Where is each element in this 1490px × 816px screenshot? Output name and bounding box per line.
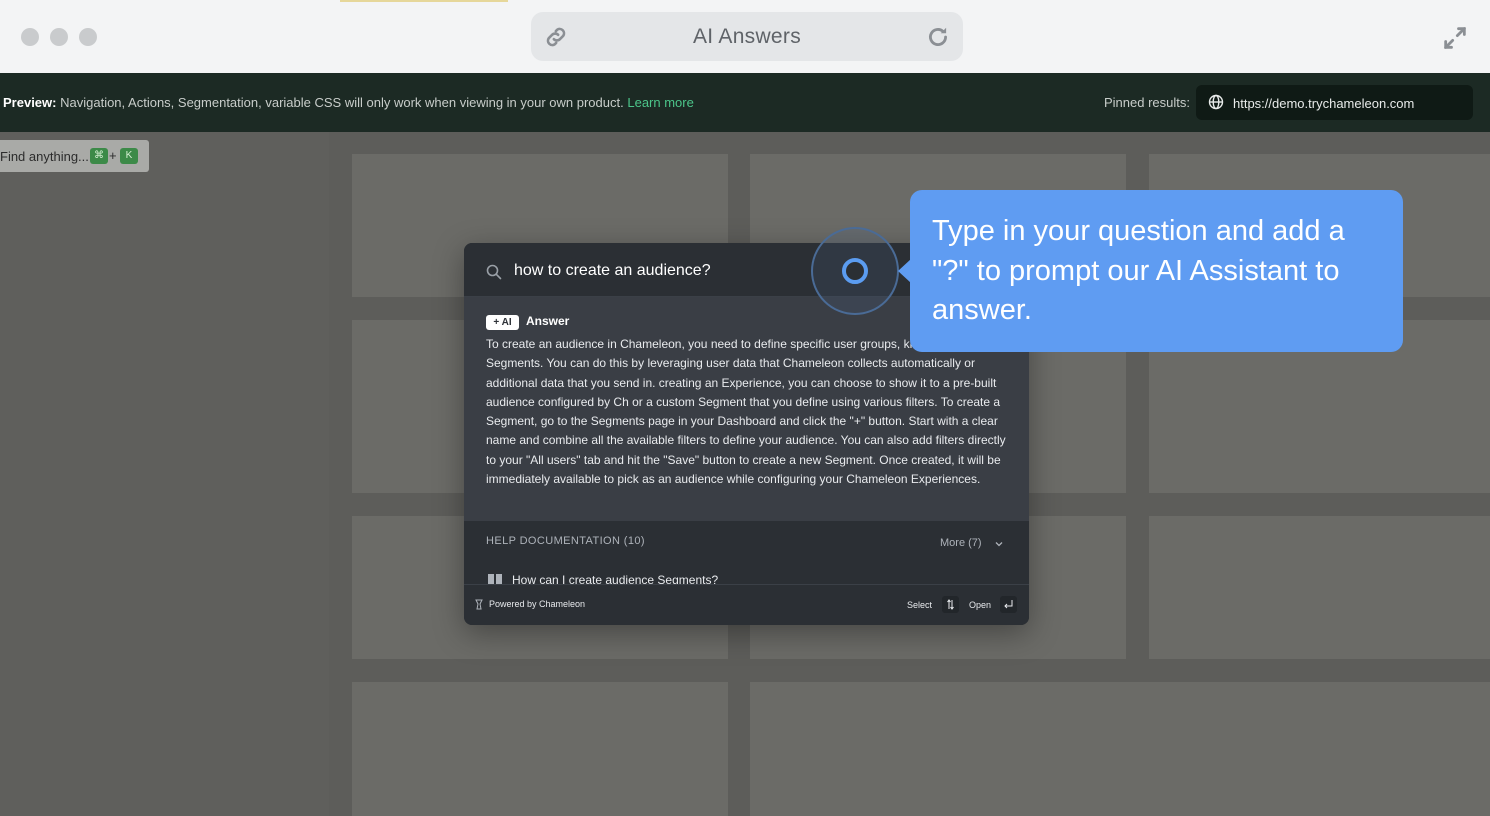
modal-footer: Powered by Chameleon Select Open — [464, 584, 1029, 625]
hotspot-dot[interactable] — [842, 258, 868, 284]
select-hint: Select — [907, 600, 933, 610]
open-hint: Open — [969, 600, 992, 610]
chevron-down-icon[interactable] — [994, 539, 1004, 549]
tooltip-text: Type in your question and add a "?" to p… — [932, 215, 1345, 326]
arrow-keys-icon — [942, 596, 959, 613]
dashboard-card — [1149, 516, 1490, 659]
find-anything-launcher[interactable]: Find anything... ⌘ + K — [0, 140, 149, 172]
expand-icon[interactable] — [1441, 24, 1469, 52]
book-icon — [488, 574, 502, 584]
preview-message: Preview: Navigation, Actions, Segmentati… — [3, 95, 694, 110]
powered-by-label[interactable]: Powered by Chameleon — [489, 599, 585, 609]
pinned-url: https://demo.trychameleon.com — [1233, 96, 1415, 111]
more-button[interactable]: More (7) — [940, 537, 982, 549]
tour-tooltip: Type in your question and add a "?" to p… — [910, 190, 1403, 352]
address-bar[interactable]: AI Answers — [531, 12, 963, 61]
window-minimize-dot[interactable] — [50, 28, 68, 46]
window-zoom-dot[interactable] — [79, 28, 97, 46]
learn-more-link[interactable]: Learn more — [627, 95, 693, 110]
help-documentation-section: HELP DOCUMENTATION (10) More (7) How can… — [464, 521, 1029, 587]
page-title: AI Answers — [692, 25, 802, 48]
tab-accent — [340, 0, 508, 2]
pinned-results-label: Pinned results: — [1104, 95, 1190, 110]
search-input[interactable]: how to create an audience? — [514, 262, 711, 280]
search-icon — [486, 264, 502, 280]
launcher-placeholder: Find anything... — [0, 149, 89, 164]
cmd-key: ⌘ — [90, 148, 108, 164]
answer-label: Answer — [526, 314, 570, 328]
chameleon-logo-icon — [475, 599, 483, 610]
dashboard-card — [352, 682, 728, 816]
k-key: K — [120, 148, 138, 164]
window-close-dot[interactable] — [21, 28, 39, 46]
help-documentation-title: HELP DOCUMENTATION (10) — [486, 535, 645, 547]
answer-text: To create an audience in Chameleon, you … — [486, 337, 1006, 487]
pinned-url-field[interactable]: https://demo.trychameleon.com — [1196, 85, 1473, 120]
app-sidebar — [0, 132, 329, 816]
browser-chrome: AI Answers — [0, 0, 1490, 73]
reload-icon[interactable] — [925, 24, 951, 50]
ai-badge: + AI — [486, 315, 519, 330]
preview-text: Navigation, Actions, Segmentation, varia… — [60, 95, 624, 110]
dashboard-card — [750, 682, 1490, 816]
globe-icon — [1208, 94, 1224, 110]
key-plus: + — [109, 148, 117, 163]
enter-key-icon — [1000, 596, 1017, 613]
preview-prefix: Preview: — [3, 95, 57, 110]
